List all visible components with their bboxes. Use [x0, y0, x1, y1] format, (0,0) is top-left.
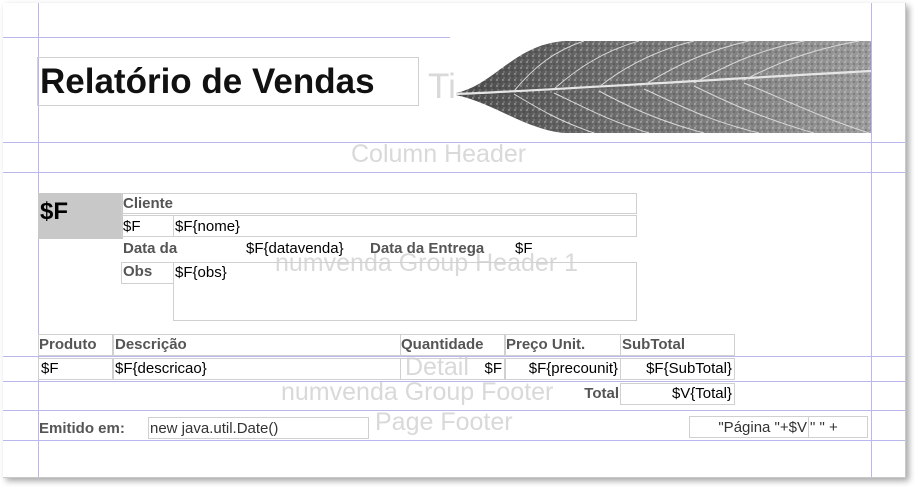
leaf-image-graphic	[455, 40, 872, 134]
produto-field[interactable]: $F	[41, 359, 59, 378]
top-margin-guide	[3, 37, 450, 38]
page-footer-band-label: Page Footer	[375, 408, 513, 436]
emitido-label[interactable]: Emitido em:	[39, 419, 125, 438]
cliente-id-field[interactable]: $F	[123, 217, 141, 236]
page-number-expression[interactable]: "Página "+$V	[691, 418, 807, 437]
page-total-expression[interactable]: " " +	[810, 418, 838, 437]
total-label[interactable]: Total	[505, 384, 619, 403]
cliente-label[interactable]: Cliente	[123, 194, 173, 213]
quantidade-field[interactable]: $F	[402, 359, 502, 378]
descricao-header[interactable]: Descrição	[115, 335, 187, 354]
obs-field[interactable]: $F{obs}	[175, 263, 227, 282]
page-footer-band-bottom-guide	[3, 440, 905, 441]
produto-header[interactable]: Produto	[39, 335, 97, 354]
column-header-band-bottom-guide	[3, 172, 905, 173]
title-band-label: Ti	[428, 67, 456, 106]
data-venda-field[interactable]: $F{datavenda}	[246, 239, 366, 258]
subtotal-header[interactable]: SubTotal	[622, 335, 685, 354]
preco-unit-header[interactable]: Preço Unit.	[506, 335, 585, 354]
cliente-label-box	[121, 193, 637, 214]
right-margin-guide	[871, 3, 872, 477]
numvenda-field[interactable]: $F	[40, 198, 68, 226]
nome-box	[173, 215, 637, 237]
report-page: Ti Column Header numvenda Group Header 1…	[3, 3, 906, 478]
data-venda-label[interactable]: Data da	[123, 239, 243, 258]
date-expression-field[interactable]: new java.util.Date()	[150, 419, 278, 438]
report-title[interactable]: Relatório de Vendas	[40, 61, 375, 103]
obs-label[interactable]: Obs	[123, 262, 152, 281]
descricao-field[interactable]: $F{descricao}	[115, 359, 207, 378]
quantidade-header[interactable]: Quantidade	[401, 335, 484, 354]
leaf-image[interactable]	[454, 37, 872, 134]
data-entrega-label[interactable]: Data da Entrega	[370, 239, 512, 258]
precounit-field[interactable]: $F{precounit}	[506, 359, 618, 378]
data-entrega-field[interactable]: $F	[515, 239, 533, 258]
subtotal-field[interactable]: $F{SubTotal}	[621, 359, 732, 378]
column-header-band-label: Column Header	[351, 140, 527, 168]
nome-field[interactable]: $F{nome}	[175, 217, 240, 236]
total-field[interactable]: $V{Total}	[621, 384, 732, 403]
obs-box	[173, 262, 637, 321]
